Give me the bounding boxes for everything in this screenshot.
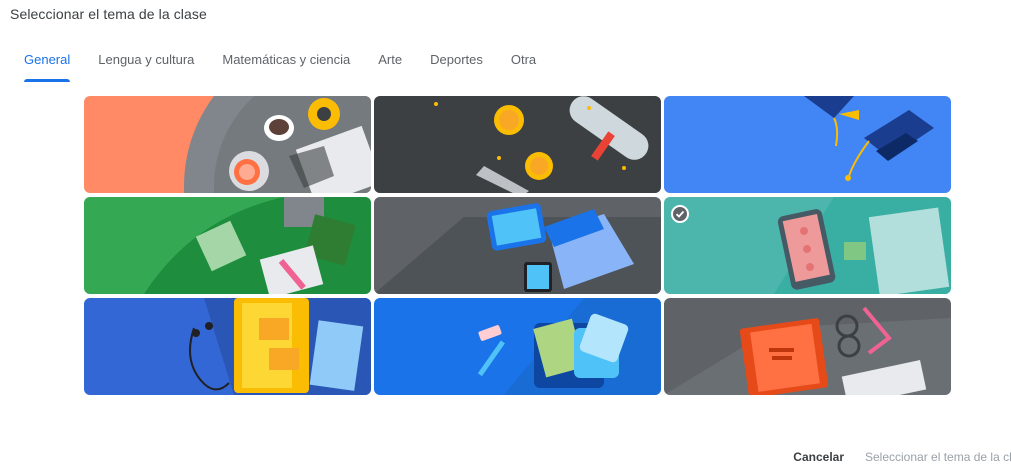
dialog-footer: Cancelar Seleccionar el tema de la clase: [793, 450, 1011, 464]
tab-deportes[interactable]: Deportes: [416, 50, 497, 82]
theme-tile-laptop-phone[interactable]: [374, 197, 661, 294]
selected-check-icon: [671, 205, 689, 223]
tab-arte[interactable]: Arte: [364, 50, 416, 82]
tab-general[interactable]: General: [10, 50, 84, 82]
dialog-title: Seleccionar el tema de la clase: [10, 6, 207, 22]
tablet-illustration: [664, 197, 951, 294]
theme-tile-tablet-paper[interactable]: [664, 197, 951, 294]
diploma-illustration: [374, 96, 661, 193]
caps-illustration: [664, 96, 951, 193]
book-glasses-illustration: [664, 298, 951, 395]
backpack-illustration: [374, 298, 661, 395]
books-illustration: [84, 197, 371, 294]
cancel-button[interactable]: Cancelar: [793, 450, 844, 464]
tab-lengua-y-cultura[interactable]: Lengua y cultura: [84, 50, 208, 82]
laptop-illustration: [374, 197, 661, 294]
coffee-tea-illustration: [84, 96, 371, 193]
theme-tile-backpack[interactable]: [374, 298, 661, 395]
theme-grid: [84, 96, 952, 395]
theme-category-tabs: General Lengua y cultura Matemáticas y c…: [10, 50, 550, 82]
theme-tile-coffee-tea[interactable]: [84, 96, 371, 193]
theme-tile-graduation-caps[interactable]: [664, 96, 951, 193]
headphones-illustration: [84, 298, 371, 395]
tab-otra[interactable]: Otra: [497, 50, 550, 82]
theme-tile-headphones-book[interactable]: [84, 298, 371, 395]
select-theme-button[interactable]: Seleccionar el tema de la clase: [865, 450, 1011, 464]
tab-matematicas-y-ciencia[interactable]: Matemáticas y ciencia: [208, 50, 364, 82]
theme-tile-book-glasses[interactable]: [664, 298, 951, 395]
theme-tile-graduation-diploma[interactable]: [374, 96, 661, 193]
theme-tile-books-notes[interactable]: [84, 197, 371, 294]
